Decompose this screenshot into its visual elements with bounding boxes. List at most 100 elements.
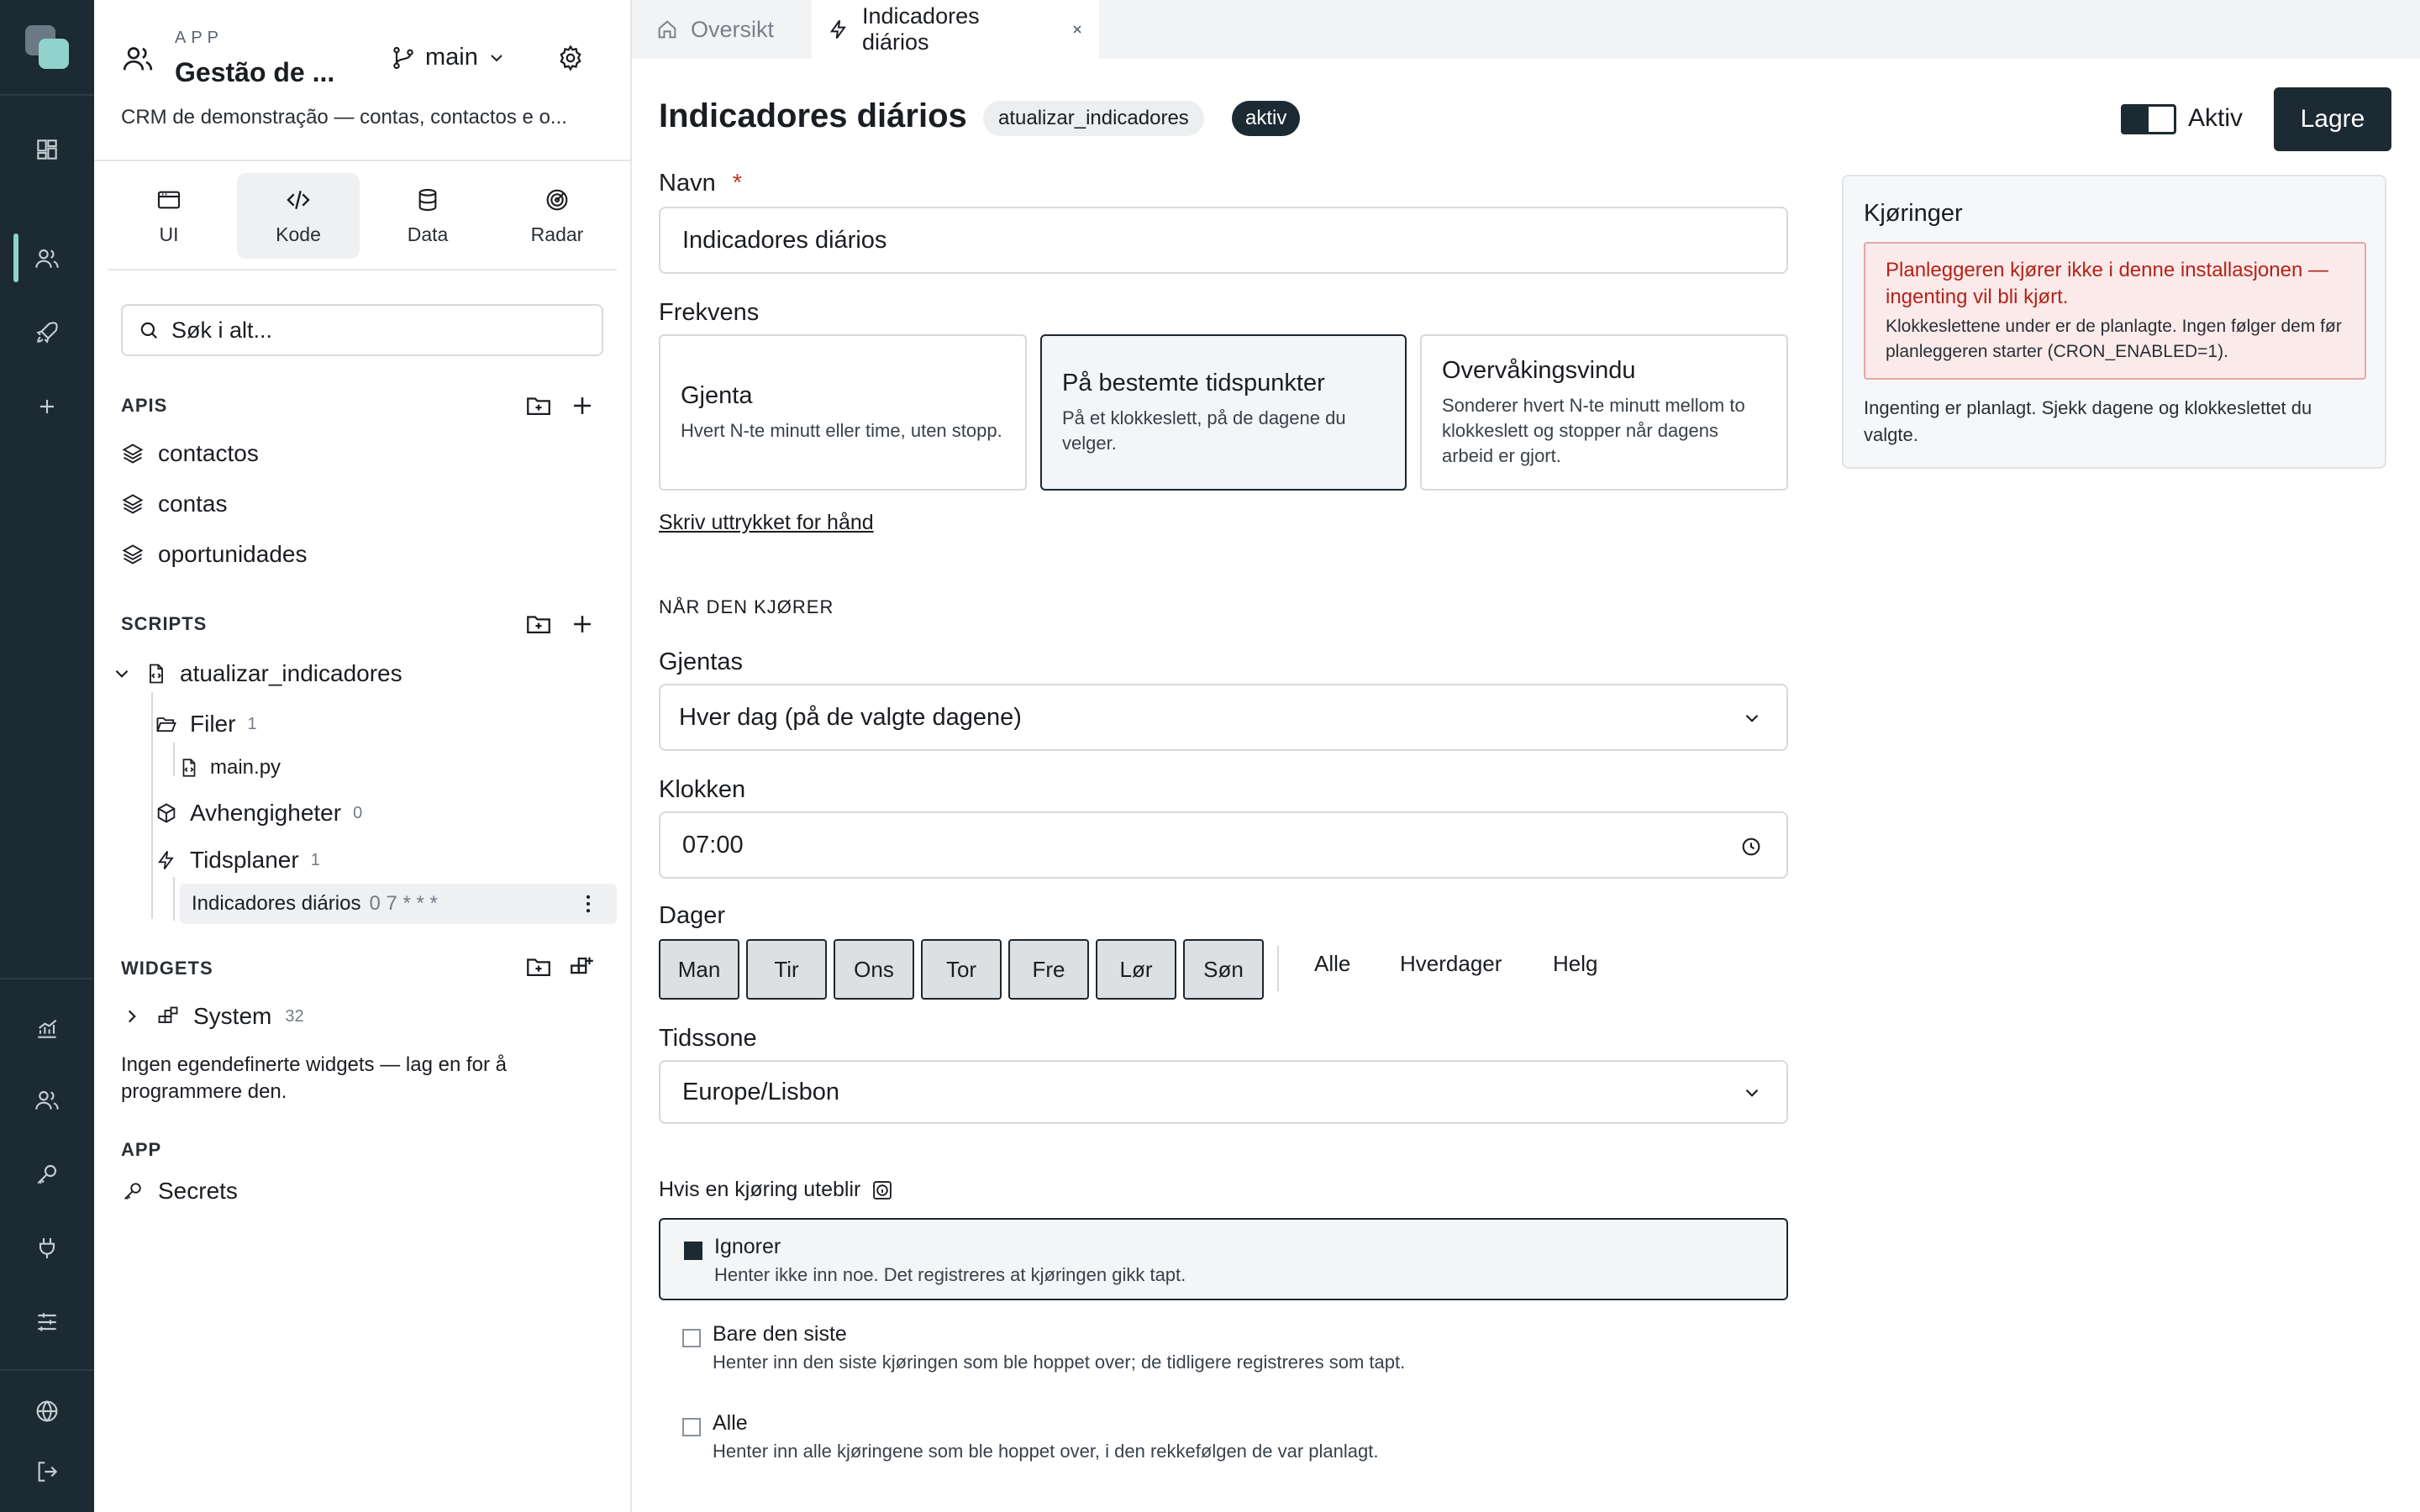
- schedules-node[interactable]: Tidsplaner 1: [155, 847, 320, 874]
- folder-open-icon: [155, 712, 178, 736]
- api-item-contactos[interactable]: contactos: [121, 440, 259, 467]
- chart-icon[interactable]: [24, 1005, 71, 1052]
- key-icon[interactable]: [24, 1151, 71, 1198]
- branch-name: main: [425, 44, 478, 71]
- days-weekdays-button[interactable]: Hverdager: [1400, 951, 1502, 977]
- widget-group-system[interactable]: System 32: [121, 1003, 304, 1030]
- time-label: Klokken: [659, 776, 746, 803]
- repeat-select-value: Hver dag (på de valgte dagene): [679, 703, 1022, 731]
- frequency-option-gjenta[interactable]: Gjenta Hvert N-te minutt eller time, ute…: [659, 334, 1027, 491]
- api-item-label: contactos: [158, 440, 259, 466]
- rocket-icon[interactable]: [24, 309, 71, 356]
- day-toggle-lor[interactable]: Lør: [1096, 939, 1176, 1000]
- segment-ui[interactable]: UI: [108, 173, 230, 259]
- frequency-option-fixed-times[interactable]: På bestemte tidspunkter På et klokkeslet…: [1040, 334, 1407, 491]
- package-icon: [155, 801, 178, 825]
- segment-data[interactable]: Data: [366, 173, 489, 259]
- code-file-icon: [178, 757, 200, 779]
- runs-empty-text: Ingenting er planlagt. Sjekk dagene og k…: [1864, 397, 2312, 445]
- app-description: CRM de demonstração — contas, contactos …: [121, 106, 567, 129]
- day-toggle-tor[interactable]: Tor: [921, 939, 1002, 1000]
- plus-icon[interactable]: [24, 383, 71, 430]
- file-name: main.py: [210, 756, 281, 779]
- missed-option-all[interactable]: Alle Henter inn alle kjøringene som ble …: [659, 1396, 1788, 1478]
- missed-option-ignore[interactable]: Ignorer Henter ikke inn noe. Det registr…: [659, 1218, 1788, 1300]
- when-runs-heading: NÅR DEN KJØRER: [659, 596, 834, 617]
- new-folder-icon[interactable]: [524, 953, 553, 981]
- missed-option-checkbox[interactable]: [684, 1242, 702, 1260]
- team-icon[interactable]: [24, 1077, 71, 1124]
- missed-option-title: Ignorer: [714, 1235, 781, 1258]
- close-icon[interactable]: [1071, 23, 1084, 36]
- branch-selector[interactable]: main: [390, 44, 507, 71]
- timezone-select[interactable]: Europe/Lisbon: [659, 1060, 1788, 1124]
- page-title: Indicadores diários: [659, 97, 967, 134]
- key-icon: [121, 1179, 145, 1203]
- day-toggle-son[interactable]: Søn: [1183, 939, 1264, 1000]
- widgets-empty-text: Ingen egendefinerte widgets — lag en for…: [121, 1053, 507, 1103]
- new-folder-icon[interactable]: [524, 391, 553, 420]
- timezone-label: Tidssone: [659, 1025, 757, 1052]
- segment-radar-label: Radar: [530, 223, 584, 245]
- search-input[interactable]: Søk i alt...: [121, 304, 603, 356]
- scheduler-alert-title: Planleggeren kjører ikke i denne install…: [1886, 259, 2328, 308]
- scripts-section-title: SCRIPTS: [121, 613, 208, 634]
- chevron-down-icon: [1741, 1082, 1763, 1104]
- active-toggle[interactable]: [2121, 104, 2176, 134]
- segment-radar[interactable]: Radar: [496, 173, 618, 259]
- name-input[interactable]: Indicadores diários: [659, 207, 1788, 274]
- frequency-option-desc: På et klokkeslett, på de dagene du velge…: [1062, 407, 1346, 454]
- days-weekend-button[interactable]: Helg: [1553, 951, 1597, 977]
- add-api-plus-icon[interactable]: [568, 391, 597, 420]
- app-title[interactable]: Gestão de ...: [175, 57, 334, 88]
- missed-option-latest[interactable]: Bare den siste Henter inn den siste kjør…: [659, 1307, 1788, 1389]
- dependencies-node[interactable]: Avhengigheter 0: [155, 800, 362, 827]
- script-item[interactable]: atualizar_indicadores: [111, 660, 402, 687]
- api-item-label: oportunidades: [158, 541, 308, 567]
- info-icon[interactable]: [871, 1179, 894, 1202]
- api-item-contas[interactable]: contas: [121, 491, 228, 517]
- missed-run-label: Hvis en kjøring uteblir: [659, 1178, 861, 1201]
- settings-gear-icon[interactable]: [556, 44, 585, 72]
- status-badge: aktiv: [1232, 101, 1301, 136]
- add-script-plus-icon[interactable]: [568, 610, 597, 638]
- day-toggle-fre[interactable]: Fre: [1008, 939, 1089, 1000]
- logo-icon[interactable]: [24, 24, 72, 72]
- files-node[interactable]: Filer 1: [155, 711, 257, 738]
- missed-option-checkbox[interactable]: [682, 1418, 701, 1436]
- home-icon: [655, 18, 679, 41]
- new-folder-icon[interactable]: [524, 610, 553, 638]
- schedule-item-active[interactable]: Indicadores diários 0 7 * * *: [180, 884, 617, 924]
- repeat-select[interactable]: Hver dag (på de valgte dagene): [659, 684, 1788, 751]
- add-widget-icon[interactable]: [568, 953, 597, 981]
- save-button[interactable]: Lagre: [2274, 87, 2391, 151]
- day-toggle-man[interactable]: Man: [659, 939, 739, 1000]
- api-item-oportunidades[interactable]: oportunidades: [121, 541, 307, 568]
- day-toggle-tir[interactable]: Tir: [746, 939, 827, 1000]
- segment-kode[interactable]: Kode: [237, 173, 360, 259]
- tab-oversikt[interactable]: Oversikt: [640, 0, 813, 59]
- globe-icon[interactable]: [24, 1388, 71, 1435]
- users-icon[interactable]: [24, 235, 71, 282]
- widgets-section-title: WIDGETS: [121, 958, 213, 979]
- frequency-option-title: På bestemte tidspunkter: [1062, 369, 1325, 396]
- manual-expression-link[interactable]: Skriv uttrykket for hånd: [659, 511, 874, 535]
- script-pill: atualizar_indicadores: [983, 101, 1204, 136]
- bolt-icon: [155, 848, 178, 872]
- time-input[interactable]: 07:00: [659, 811, 1788, 879]
- sliders-icon[interactable]: [24, 1299, 71, 1346]
- more-vertical-icon[interactable]: [576, 892, 600, 916]
- file-item-main-py[interactable]: main.py: [178, 756, 281, 780]
- secrets-item[interactable]: Secrets: [121, 1178, 238, 1205]
- plug-icon[interactable]: [24, 1225, 71, 1272]
- timezone-select-value: Europe/Lisbon: [682, 1078, 840, 1105]
- clock-icon[interactable]: [1739, 835, 1763, 858]
- logout-icon[interactable]: [24, 1448, 71, 1495]
- missed-option-checkbox[interactable]: [682, 1329, 701, 1347]
- tab-bar: Oversikt Indicadores diários: [632, 0, 2420, 59]
- tab-indicadores-diarios[interactable]: Indicadores diários: [812, 0, 1099, 59]
- dashboard-icon[interactable]: [24, 126, 71, 173]
- day-toggle-ons[interactable]: Ons: [834, 939, 914, 1000]
- days-all-button[interactable]: Alle: [1314, 951, 1350, 977]
- frequency-option-watch-window[interactable]: Overvåkingsvindu Sonderer hvert N-te min…: [1420, 334, 1788, 491]
